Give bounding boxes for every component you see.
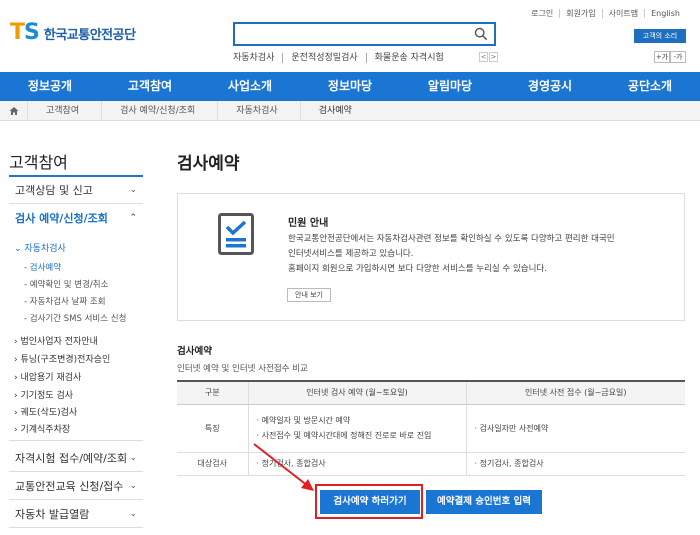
sidebar-sub-sms[interactable]: - 검사기간 SMS 서비스 신청 bbox=[24, 312, 126, 324]
english-link[interactable]: English bbox=[644, 9, 686, 18]
sidebar-sub-date-lookup[interactable]: - 자동차검사 날짜 조회 bbox=[24, 295, 106, 307]
font-increase-button[interactable]: +가 bbox=[654, 51, 670, 63]
nav-item-about[interactable]: 공단소개 bbox=[600, 72, 700, 101]
sidebar-sub-confirm[interactable]: - 예약확인 및 변경/취소 bbox=[24, 278, 108, 290]
clipboard-check-icon bbox=[218, 213, 254, 255]
info-text: 한국교통안전공단에서는 자동차검사관련 정보를 확인하실 수 있도록 다양하고 … bbox=[288, 234, 615, 274]
top-links: 로그인 회원가입 사이트맵 English bbox=[525, 9, 686, 18]
nav-item-info-plaza[interactable]: 정보마당 bbox=[300, 72, 400, 101]
payment-approval-button[interactable]: 예약결제 승인번호 입력 bbox=[426, 490, 542, 514]
site-logo[interactable]: TS 한국교통안전공단 bbox=[10, 22, 136, 44]
keyword-nav: < > bbox=[479, 52, 498, 62]
keyword-link[interactable]: 운전적성정밀검사 bbox=[282, 53, 365, 63]
sidebar-item-label: 자동차 발급열람 bbox=[15, 508, 90, 521]
font-decrease-button[interactable]: -가 bbox=[670, 51, 686, 63]
sitemap-link[interactable]: 사이트맵 bbox=[601, 9, 644, 18]
nav-item-notice[interactable]: 알림마당 bbox=[400, 72, 500, 101]
sidebar-sub-parking[interactable]: › 기계식주차장 bbox=[14, 422, 70, 435]
guide-button[interactable]: 안내 보기 bbox=[287, 288, 331, 302]
sidebar-item-label: 교통안전교육 신청/접수 bbox=[15, 480, 124, 493]
logo-text: 한국교통안전공단 bbox=[43, 27, 136, 43]
chevron-down-icon: ⌄ bbox=[129, 185, 137, 195]
sidebar-item-label: 자격시험 접수/예약/조회 bbox=[15, 452, 128, 465]
signup-link[interactable]: 회원가입 bbox=[559, 9, 601, 18]
table-header: 인터넷 사전 접수 (월~금요일) bbox=[465, 380, 685, 405]
nav-item-info-disclosure[interactable]: 정보공개 bbox=[0, 72, 100, 101]
section-title: 검사예약 bbox=[177, 346, 212, 357]
search-input[interactable] bbox=[233, 22, 496, 46]
nav-item-business[interactable]: 사업소개 bbox=[200, 72, 300, 101]
logo-mark: TS bbox=[10, 20, 40, 45]
sidebar-sub-precision[interactable]: › 기기정도 검사 bbox=[14, 388, 73, 401]
keyword-prev-button[interactable]: < bbox=[479, 52, 488, 62]
sidebar-divider bbox=[9, 440, 143, 441]
breadcrumb-current: 검사예약 bbox=[318, 105, 352, 116]
reserve-button[interactable]: 검사예약 하러가기 bbox=[320, 490, 420, 514]
nav-item-management[interactable]: 경영공시 bbox=[500, 72, 600, 101]
sidebar-item-exam[interactable]: 자격시험 접수/예약/조회 ⌄ bbox=[9, 445, 143, 472]
sidebar-sub-corporate[interactable]: › 법인사업자 전자안내 bbox=[14, 334, 98, 347]
keyword-link[interactable]: 화물운송 자격시험 bbox=[365, 53, 452, 63]
page-title: 검사예약 bbox=[177, 154, 240, 174]
login-link[interactable]: 로그인 bbox=[525, 9, 559, 18]
sidebar-item-education[interactable]: 교통안전교육 신청/접수 ⌄ bbox=[9, 473, 143, 500]
sidebar-item-label: 검사 예약/신청/조회 bbox=[15, 212, 108, 225]
sidebar-item-issuance[interactable]: 자동차 발급열람 ⌄ bbox=[9, 501, 143, 528]
section-subtitle: 인터넷 예약 및 인터넷 사전접수 비교 bbox=[177, 364, 308, 374]
chevron-down-icon: ⌄ bbox=[129, 481, 137, 491]
info-title: 민원 안내 bbox=[288, 218, 329, 229]
sidebar-item-consult[interactable]: 고객상담 및 신고 ⌄ bbox=[9, 177, 143, 204]
search-icon[interactable] bbox=[474, 27, 488, 41]
font-size-controls: +가 -가 bbox=[654, 51, 686, 63]
breadcrumb-item[interactable]: 자동차검사 bbox=[218, 100, 301, 121]
sidebar-sub-tuning[interactable]: › 튜닝(구조변경)전자승인 bbox=[14, 352, 110, 365]
sidebar-sub-pressure[interactable]: › 내압용기 재검사 bbox=[14, 370, 81, 383]
keyword-next-button[interactable]: > bbox=[489, 52, 498, 62]
info-box: 민원 안내 한국교통안전공단에서는 자동차검사관련 정보를 확인하실 수 있도록… bbox=[177, 193, 685, 321]
chevron-down-icon: ⌄ bbox=[129, 453, 137, 463]
breadcrumb: 고객참여 검사 예약/신청/조회 자동차검사 검사예약 bbox=[0, 100, 700, 121]
sidebar-sub-reservation[interactable]: - 검사예약 bbox=[24, 261, 61, 273]
chevron-up-icon: ⌃ bbox=[129, 213, 137, 223]
breadcrumb-item[interactable]: 검사 예약/신청/조회 bbox=[102, 100, 219, 121]
sidebar-sub-auto-inspection[interactable]: ⌄ 자동차검사 bbox=[14, 241, 66, 254]
main-nav: 정보공개 고객참여 사업소개 정보마당 알림마당 경영공시 공단소개 bbox=[0, 72, 700, 101]
chevron-down-icon: ⌄ bbox=[129, 509, 137, 519]
popular-keywords: 자동차검사 운전적성정밀검사 화물운송 자격시험 bbox=[233, 53, 452, 63]
sidebar-item-label: 고객상담 및 신고 bbox=[15, 184, 93, 197]
customer-voice-button[interactable]: 고객의 소리 bbox=[634, 29, 686, 43]
sidebar-sub-track[interactable]: › 궤도(삭도)검사 bbox=[14, 405, 77, 418]
sidebar-item-inspection[interactable]: 검사 예약/신청/조회 ⌃ bbox=[9, 205, 143, 232]
table-header: 구분 bbox=[177, 380, 248, 405]
breadcrumb-item[interactable]: 고객참여 bbox=[28, 100, 103, 121]
nav-item-customer[interactable]: 고객참여 bbox=[100, 72, 200, 101]
annotation-arrow bbox=[253, 443, 314, 491]
sidebar-title: 고객참여 bbox=[9, 153, 68, 172]
table-header: 인터넷 검사 예약 (월~토요일) bbox=[247, 380, 466, 405]
keyword-link[interactable]: 자동차검사 bbox=[233, 53, 282, 63]
home-icon[interactable] bbox=[0, 100, 28, 121]
